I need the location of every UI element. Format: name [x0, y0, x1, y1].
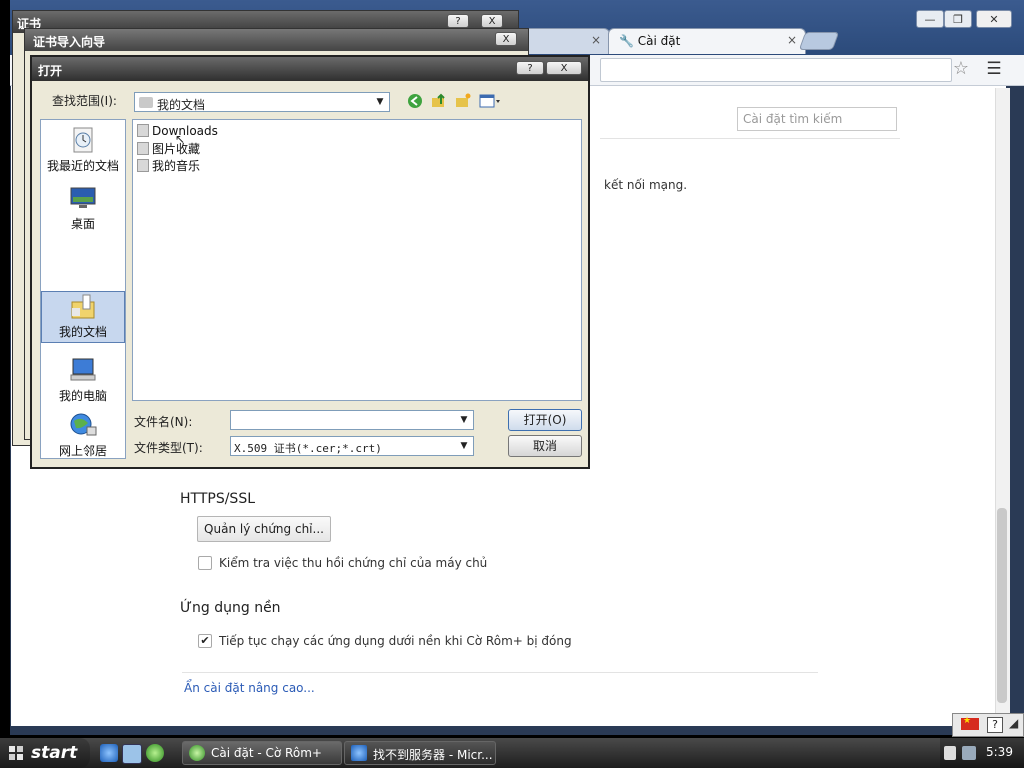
- open-dialog-titlebar: 打开 ? X: [32, 57, 588, 81]
- file-list[interactable]: Downloads 图片收藏 我的音乐 ↖: [132, 119, 582, 401]
- open-button[interactable]: 打开(O): [508, 409, 582, 431]
- places-bar: 我最近的文档 桌面 我的文档 我的电脑 网上邻居: [40, 119, 126, 459]
- file-type-value: X.509 证书(*.cer;*.crt): [234, 442, 382, 455]
- file-name-input[interactable]: ▼: [230, 410, 474, 430]
- background-apps-checkbox[interactable]: ✔: [198, 634, 212, 648]
- folder-icon: [137, 159, 149, 172]
- options-icon[interactable]: ◢: [1009, 716, 1018, 730]
- place-label: 我最近的文档: [46, 159, 119, 173]
- start-label: start: [31, 743, 78, 763]
- network-text: kết nối mạng.: [604, 178, 688, 192]
- folder-icon: [137, 124, 149, 137]
- look-in-value: 我的文档: [157, 98, 206, 112]
- new-folder-icon[interactable]: [454, 93, 472, 111]
- network-places-icon: [70, 413, 97, 436]
- look-in-label: 查找范围(I):: [52, 94, 117, 108]
- import-wizard-title: 证书导入向导: [33, 35, 106, 49]
- chevron-down-icon[interactable]: ▼: [373, 95, 387, 109]
- open-file-dialog: 打开 ? X 查找范围(I): 我的文档 ▼ 我最近的文档 桌面 我的文档 我的…: [30, 55, 590, 469]
- back-icon[interactable]: [406, 93, 424, 111]
- show-desktop-icon[interactable]: [122, 744, 142, 764]
- place-label: 我的电脑: [58, 389, 107, 403]
- background-apps-label: Tiếp tục chạy các ứng dụng dưới nền khi …: [219, 634, 572, 648]
- place-my-documents[interactable]: 我的文档: [41, 291, 125, 343]
- desktop-icon: [70, 187, 96, 208]
- new-tab-button[interactable]: [798, 32, 840, 50]
- minimize-button[interactable]: —: [916, 10, 944, 28]
- wrench-icon: 🔧: [619, 34, 634, 48]
- file-name-label: 文件名(N):: [134, 415, 193, 429]
- address-bar[interactable]: [600, 58, 952, 82]
- place-label: 我的文档: [58, 325, 107, 339]
- language-bar: ★ ? ◢: [952, 713, 1024, 737]
- network-icon[interactable]: [962, 746, 976, 760]
- recent-documents-icon: [73, 127, 93, 153]
- folder-icon: [139, 97, 153, 108]
- look-in-select[interactable]: 我的文档 ▼: [134, 92, 390, 112]
- browser-quicklaunch-icon[interactable]: [146, 744, 164, 762]
- import-wizard-titlebar: 证书导入向导 X: [25, 29, 528, 51]
- my-documents-icon: [71, 294, 95, 319]
- tab-hidden[interactable]: ×: [518, 28, 610, 54]
- menu-icon[interactable]: ☰: [983, 58, 1005, 80]
- place-my-computer[interactable]: 我的电脑: [41, 356, 125, 408]
- clock[interactable]: 5:39: [986, 745, 1013, 759]
- internet-explorer-icon[interactable]: [100, 744, 118, 762]
- file-type-select[interactable]: X.509 证书(*.cer;*.crt) ▼: [230, 436, 474, 456]
- tab-close-icon[interactable]: ×: [591, 33, 601, 47]
- list-item[interactable]: 图片收藏: [137, 140, 200, 157]
- revocation-check-checkbox[interactable]: [198, 556, 212, 570]
- tab-settings[interactable]: 🔧 Cài đặt ×: [608, 28, 806, 54]
- close-button[interactable]: X: [495, 32, 517, 46]
- internet-explorer-icon: [351, 745, 367, 761]
- safely-remove-icon[interactable]: [944, 746, 956, 760]
- tab-label: Cài đặt: [637, 34, 681, 48]
- china-flag-icon[interactable]: ★: [961, 716, 979, 730]
- place-label: 网上邻居: [58, 444, 107, 458]
- scrollbar-thumb[interactable]: [997, 508, 1007, 703]
- folder-icon: [137, 142, 149, 155]
- list-item[interactable]: 我的音乐: [137, 157, 200, 174]
- chevron-down-icon[interactable]: ▼: [457, 413, 471, 427]
- close-button[interactable]: X: [481, 14, 503, 28]
- tab-close-icon[interactable]: ×: [787, 33, 797, 47]
- place-label: 桌面: [70, 217, 95, 231]
- my-computer-icon: [70, 358, 96, 381]
- file-name: 我的音乐: [152, 159, 201, 173]
- manage-certificates-button[interactable]: Quản lý chứng chỉ...: [197, 516, 331, 542]
- cancel-button[interactable]: 取消: [508, 435, 582, 457]
- help-button[interactable]: ?: [447, 14, 469, 28]
- divider: [182, 672, 818, 673]
- taskbar-item-label: 找不到服务器 - Micr...: [373, 748, 493, 762]
- divider: [600, 138, 900, 139]
- taskbar-item-ie[interactable]: 找不到服务器 - Micr...: [344, 741, 496, 765]
- place-network[interactable]: 网上邻居: [41, 411, 125, 458]
- settings-search-input[interactable]: Cài đặt tìm kiếm: [737, 107, 897, 131]
- restore-button[interactable]: ❐: [944, 10, 972, 28]
- taskbar-item-label: Cài đặt - Cờ Rôm+: [211, 746, 322, 760]
- view-menu-icon[interactable]: [478, 93, 502, 111]
- help-button[interactable]: ?: [516, 61, 544, 75]
- revocation-check-label: Kiểm tra việc thu hồi chứng chỉ của máy …: [219, 556, 488, 570]
- place-recent-documents[interactable]: 我最近的文档: [41, 126, 125, 178]
- start-button[interactable]: start: [0, 738, 90, 768]
- https-section-title: HTTPS/SSL: [180, 491, 256, 507]
- mouse-cursor-icon: ↖: [175, 132, 186, 146]
- hide-advanced-settings-link[interactable]: Ẩn cài đặt nâng cao...: [184, 681, 315, 695]
- open-dialog-title: 打开: [38, 64, 63, 78]
- chevron-down-icon[interactable]: ▼: [457, 439, 471, 453]
- place-desktop[interactable]: 桌面: [41, 184, 125, 236]
- star-icon[interactable]: ☆: [950, 58, 972, 80]
- windows-logo-icon: [9, 746, 23, 760]
- up-folder-icon[interactable]: [430, 93, 448, 111]
- close-window-button[interactable]: ✕: [976, 10, 1012, 28]
- browser-icon: [189, 745, 205, 761]
- help-icon[interactable]: ?: [987, 717, 1003, 733]
- close-button[interactable]: X: [546, 61, 582, 75]
- file-type-label: 文件类型(T):: [134, 441, 203, 455]
- taskbar-item-settings[interactable]: Cài đặt - Cờ Rôm+: [182, 741, 342, 765]
- background-apps-section-title: Ứng dụng nền: [180, 600, 281, 616]
